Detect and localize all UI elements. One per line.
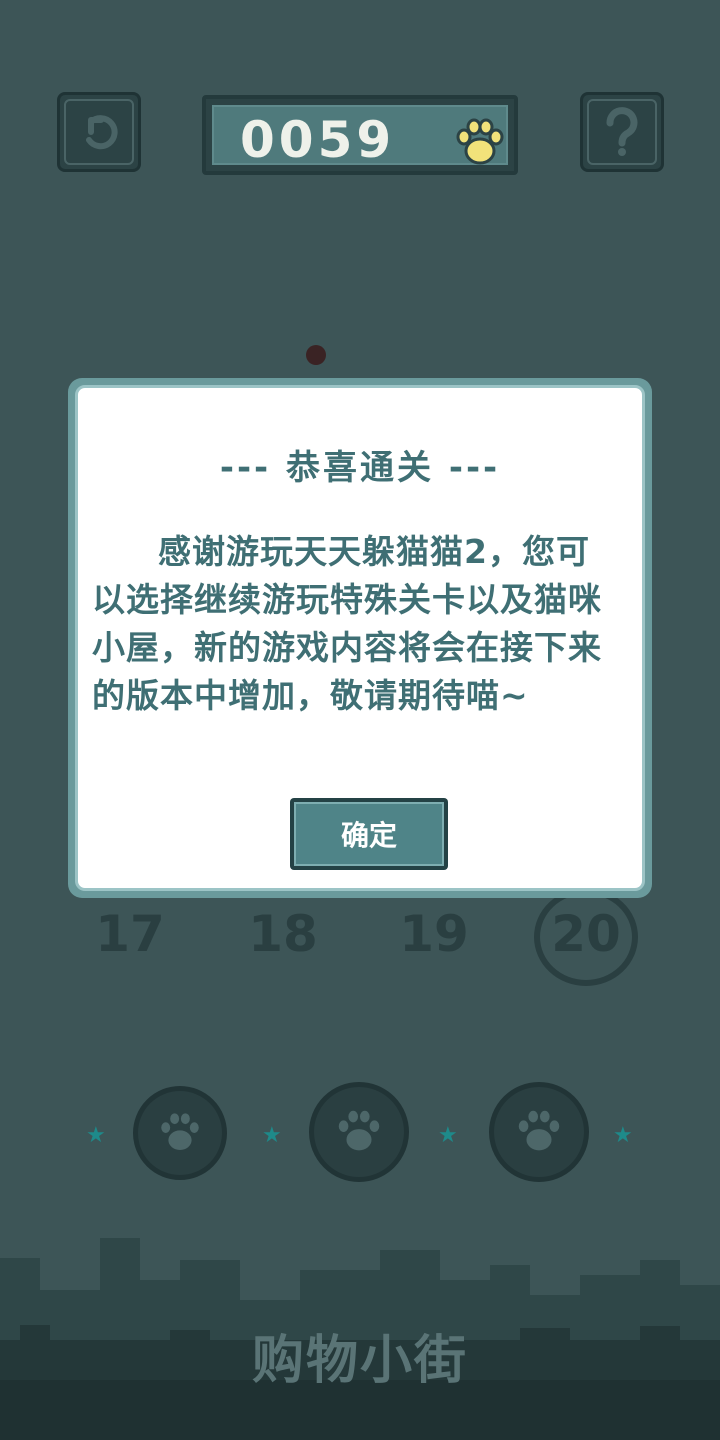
paw-icon [338, 1110, 380, 1151]
dialog-title: --- 恭喜通关 --- [219, 448, 501, 488]
paw-slot-2[interactable] [309, 1082, 409, 1182]
help-button[interactable] [580, 92, 664, 172]
star-icon: ★ [86, 1123, 106, 1148]
confirm-button-label: 确定 [294, 802, 444, 866]
shop-street-button[interactable]: 购物小街 [0, 1318, 720, 1393]
paw-icon [518, 1110, 560, 1151]
paw-slot-1[interactable] [133, 1086, 227, 1180]
level-20[interactable]: 20 [546, 905, 626, 963]
star-icon: ★ [613, 1123, 633, 1148]
level-18[interactable]: 18 [243, 905, 323, 963]
question-mark-icon [606, 107, 638, 156]
score-panel: 0059 [202, 95, 518, 175]
paw-icon [161, 1113, 199, 1150]
level-19[interactable]: 19 [394, 905, 474, 963]
level-complete-dialog: --- 恭喜通关 --- 感谢游玩天天躲猫猫2，您可以选择继续游玩特殊关卡以及猫… [68, 378, 652, 898]
dialog-message: 感谢游玩天天躲猫猫2，您可以选择继续游玩特殊关卡以及猫咪小屋，新的游戏内容将会在… [92, 532, 602, 715]
confirm-button[interactable]: 确定 [290, 798, 448, 870]
paw-icon [456, 118, 504, 165]
undo-icon [86, 115, 118, 150]
undo-button[interactable] [57, 92, 141, 172]
level-17[interactable]: 17 [90, 905, 170, 963]
score-value: 0059 [240, 111, 396, 169]
star-icon: ★ [262, 1123, 282, 1148]
star-icon: ★ [438, 1123, 458, 1148]
indicator-dot [306, 345, 326, 365]
paw-slot-3[interactable] [489, 1082, 589, 1182]
